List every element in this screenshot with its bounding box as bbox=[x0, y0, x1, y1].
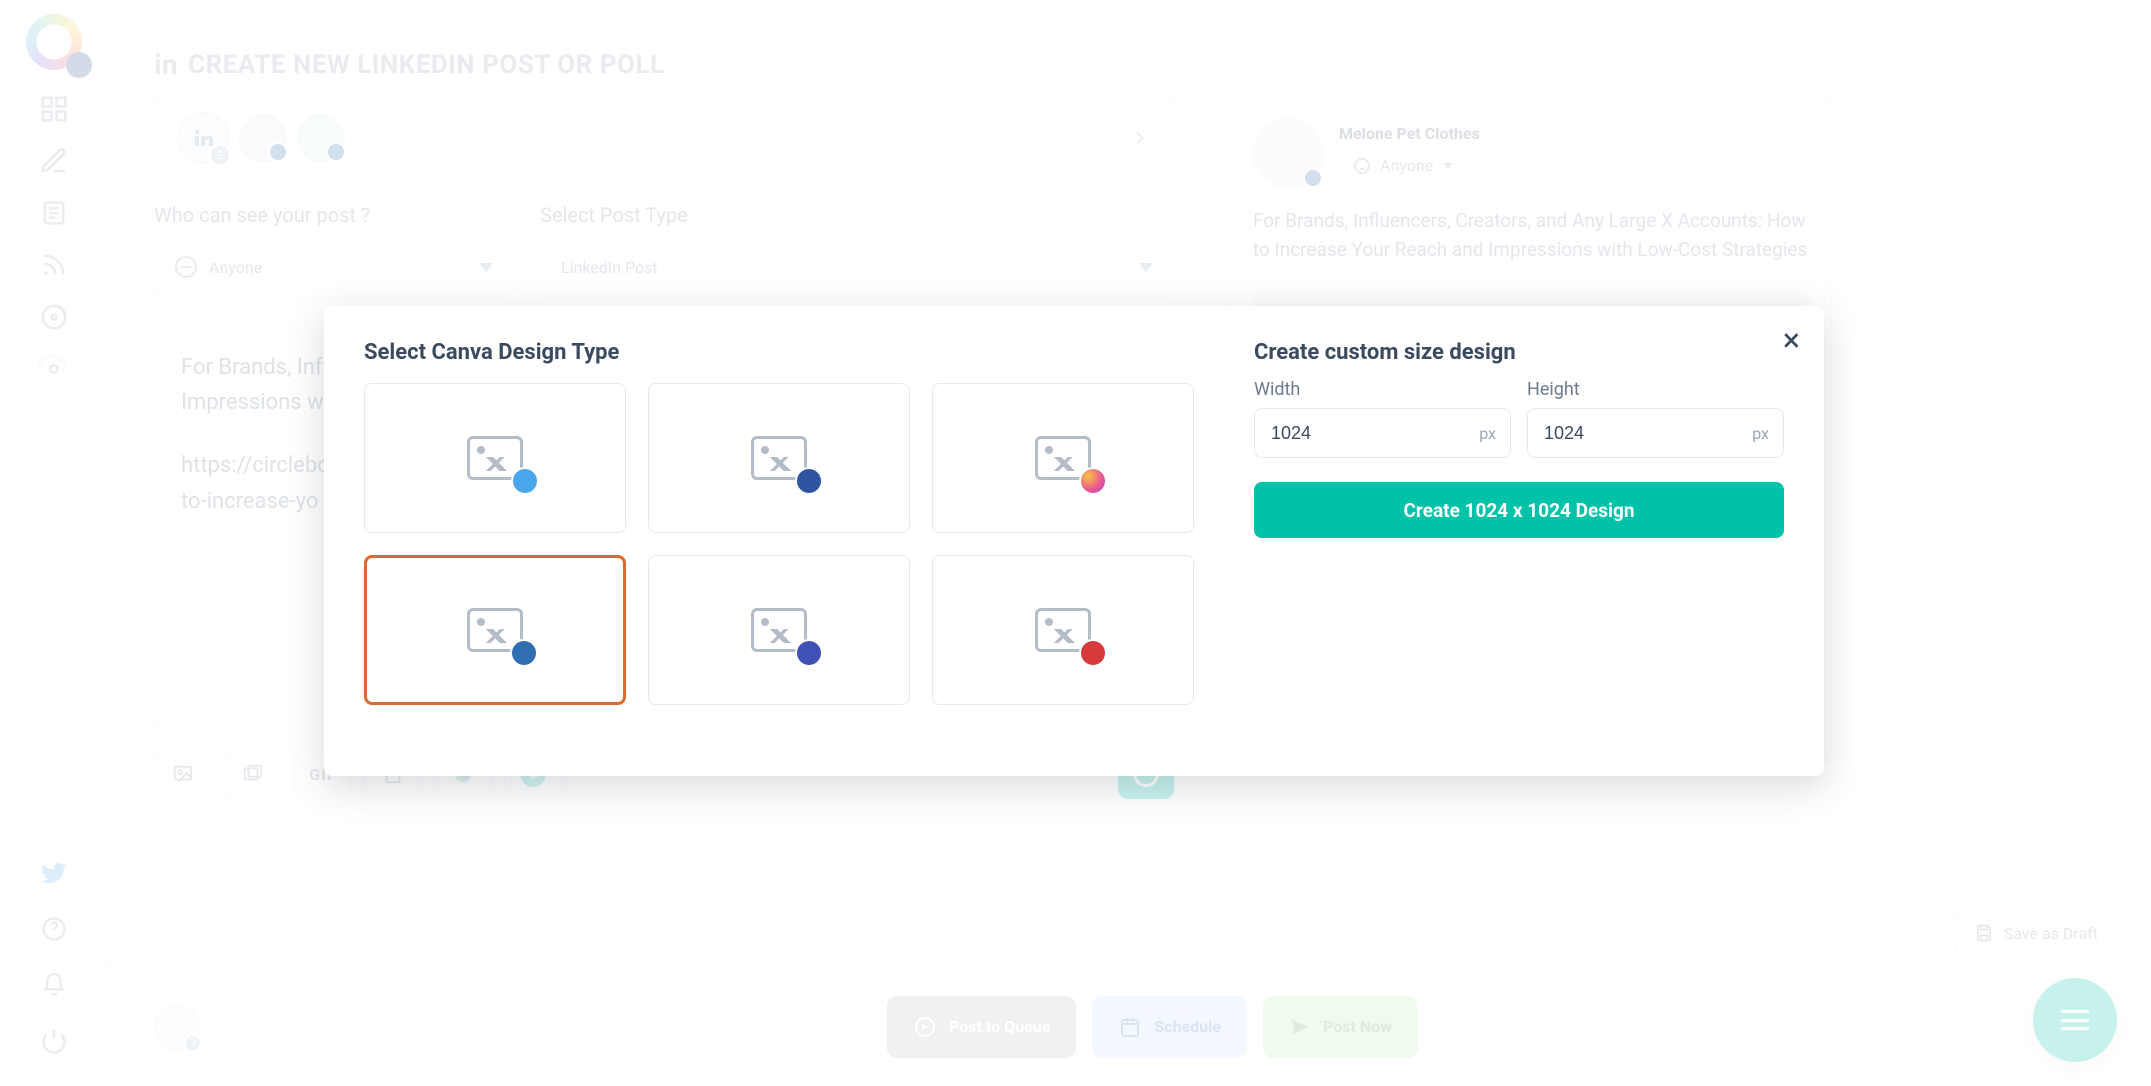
design-type-grid bbox=[364, 383, 1194, 705]
modal-left-title: Select Canva Design Type bbox=[364, 340, 1194, 365]
design-tile-linkedin[interactable] bbox=[364, 555, 626, 705]
pinterest-icon bbox=[1079, 639, 1107, 667]
instagram-icon bbox=[1079, 467, 1107, 495]
design-tile-twitter[interactable] bbox=[364, 383, 626, 533]
width-label: Width bbox=[1254, 379, 1511, 400]
design-tile-google-business[interactable] bbox=[648, 555, 910, 705]
height-input[interactable] bbox=[1542, 422, 1642, 445]
create-design-button[interactable]: Create 1024 x 1024 Design bbox=[1254, 482, 1784, 538]
modal-right-title: Create custom size design bbox=[1254, 340, 1784, 365]
width-input[interactable] bbox=[1269, 422, 1369, 445]
height-label: Height bbox=[1527, 379, 1784, 400]
design-tile-facebook[interactable] bbox=[648, 383, 910, 533]
modal-close-button[interactable]: × bbox=[1783, 324, 1800, 356]
linkedin-icon bbox=[510, 639, 538, 667]
canva-design-modal: × Select Canva Design Type Create custom… bbox=[324, 306, 1824, 776]
google-business-icon bbox=[795, 639, 823, 667]
design-tile-pinterest[interactable] bbox=[932, 555, 1194, 705]
width-unit: px bbox=[1479, 424, 1496, 443]
height-unit: px bbox=[1752, 424, 1769, 443]
design-tile-instagram[interactable] bbox=[932, 383, 1194, 533]
facebook-icon bbox=[795, 467, 823, 495]
width-input-wrap: px bbox=[1254, 408, 1511, 458]
twitter-icon bbox=[511, 467, 539, 495]
height-input-wrap: px bbox=[1527, 408, 1784, 458]
